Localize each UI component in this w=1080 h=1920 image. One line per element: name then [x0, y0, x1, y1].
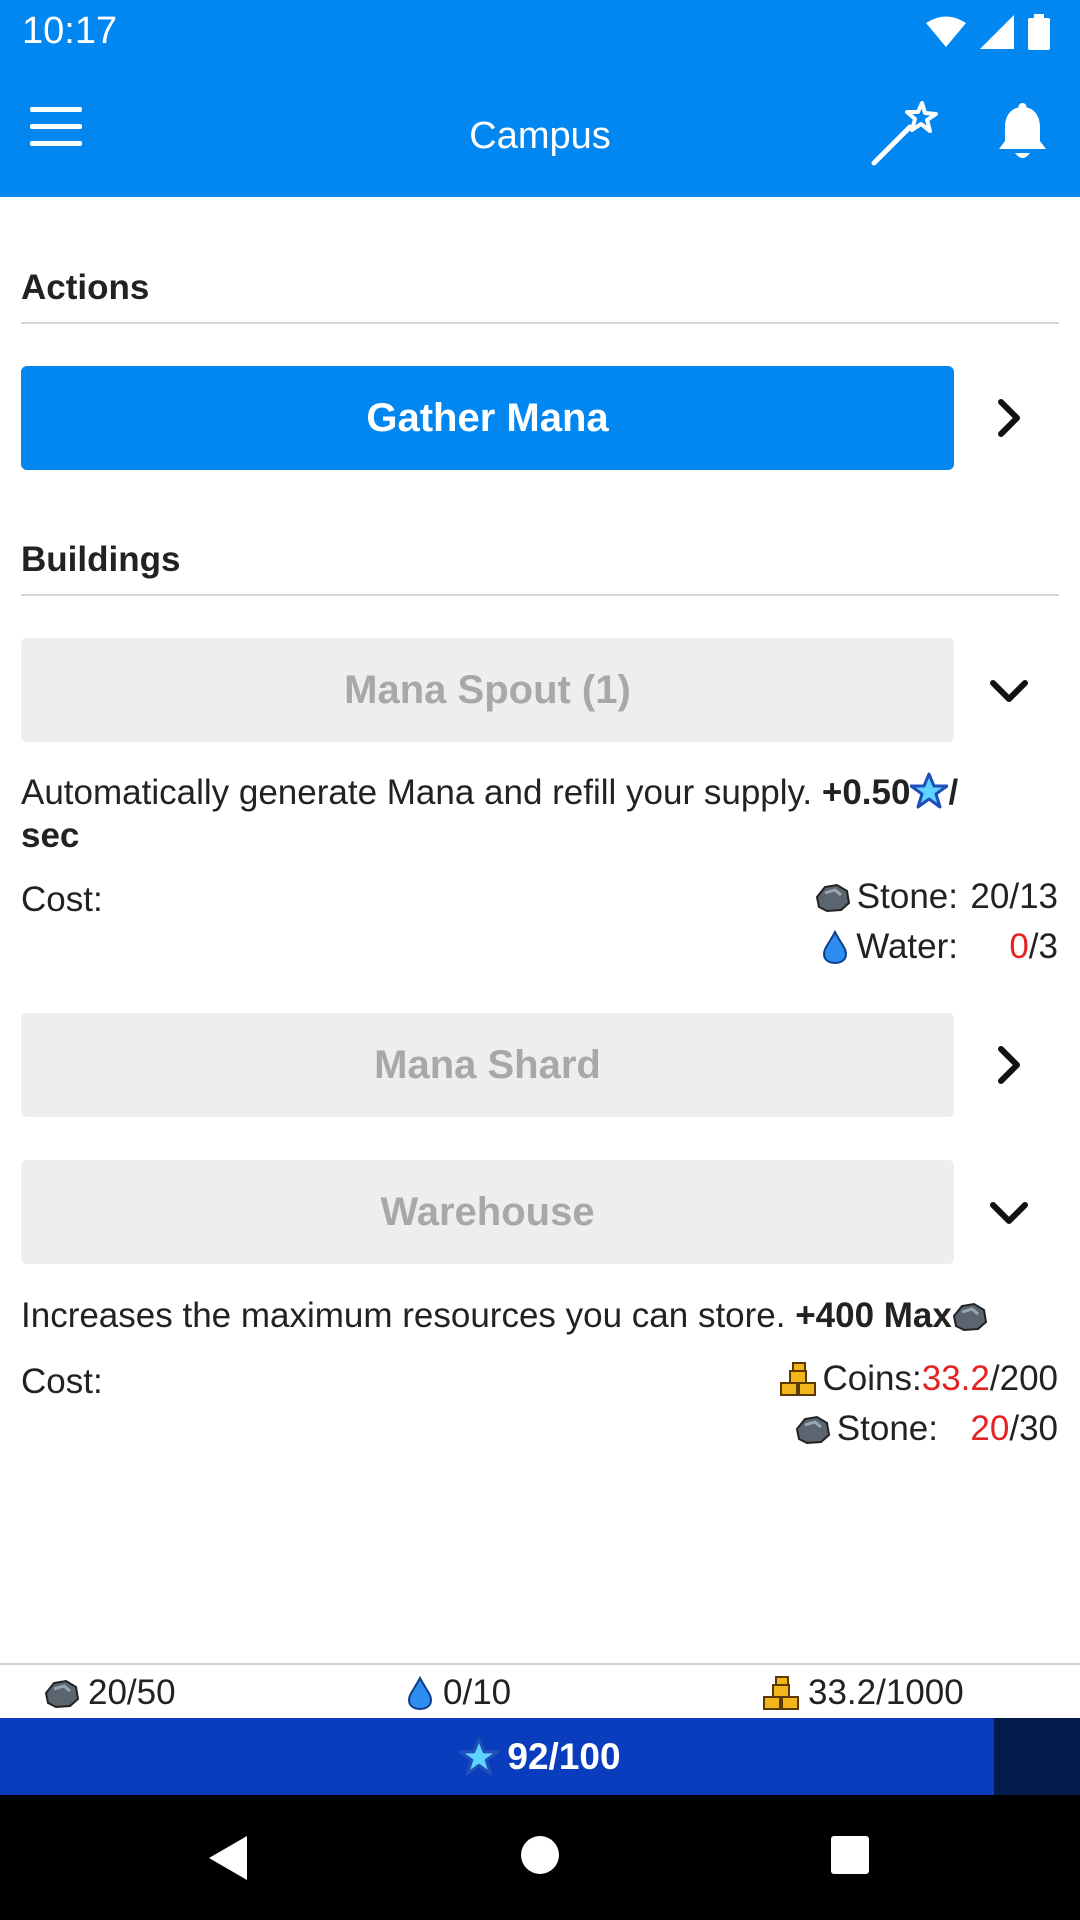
cell-signal-icon [980, 15, 1014, 49]
resource-water-value: 0/10 [443, 1673, 512, 1712]
mana-progress-bar: 92/100 [0, 1718, 1080, 1795]
cost-need: /3 [1028, 927, 1058, 966]
back-icon[interactable] [205, 1833, 251, 1883]
chevron-down-icon[interactable] [985, 667, 1033, 715]
warehouse-button[interactable]: Warehouse [21, 1160, 954, 1264]
warehouse-desc-text: Increases the maximum resources you can … [21, 1296, 786, 1335]
cost-row-stone: Stone: 20/30 [779, 1404, 1058, 1454]
cost-name: Stone: [836, 1409, 938, 1448]
stone-icon [815, 883, 850, 913]
cost-have: 0 [1009, 927, 1029, 966]
resource-coins-value: 33.2/1000 [808, 1673, 964, 1712]
magic-wand-icon[interactable] [870, 97, 940, 167]
cost-need: /30 [1009, 1409, 1058, 1448]
cost-name: Coins: [822, 1359, 922, 1398]
cost-have: 20 [970, 877, 1010, 916]
stone-icon [44, 1679, 80, 1709]
water-drop-icon [407, 1676, 433, 1710]
system-nav-bar [0, 1795, 1080, 1920]
resource-strip: 20/50 0/10 33.2/1000 [0, 1663, 1080, 1718]
warehouse-cost-list: Coins: 33.2/200 Stone: 20/30 [779, 1354, 1058, 1454]
coins-icon [763, 1676, 799, 1710]
water-drop-icon [823, 930, 848, 964]
home-icon[interactable] [518, 1833, 562, 1877]
mana-star-icon [459, 1737, 500, 1775]
system-icons [926, 14, 1050, 50]
buildings-heading: Buildings [21, 540, 1059, 596]
resource-coins: 33.2/1000 [762, 1673, 964, 1713]
warehouse-description: Increases the maximum resources you can … [21, 1294, 1061, 1337]
cost-have: 20 [970, 1409, 1010, 1448]
cost-row-water: Water: 0/3 [815, 922, 1058, 972]
mana-spout-description: Automatically generate Mana and refill y… [21, 771, 1061, 857]
warehouse-bonus: +400 Max [795, 1296, 952, 1335]
coins-icon [779, 1362, 816, 1396]
recents-icon[interactable] [828, 1833, 872, 1877]
gather-mana-button[interactable]: Gather Mana [21, 366, 954, 470]
resource-stone-value: 20/50 [88, 1673, 176, 1712]
bell-icon[interactable] [995, 103, 1050, 163]
mana-shard-button[interactable]: Mana Shard [21, 1013, 954, 1117]
cost-name: Water: [856, 927, 958, 966]
cost-need: /200 [989, 1359, 1058, 1398]
resource-stone: 20/50 [44, 1673, 176, 1713]
mana-spout-cost-label: Cost: [21, 880, 103, 919]
mana-spout-bonus-unit: / [948, 773, 959, 812]
mana-progress-label: 92/100 [0, 1718, 1080, 1795]
status-time: 10:17 [22, 10, 118, 52]
mana-spout-bonus-suffix: sec [21, 816, 80, 855]
mana-spout-bonus: +0.50 [821, 773, 911, 812]
mana-star-icon [909, 772, 949, 809]
chevron-right-icon[interactable] [985, 394, 1033, 442]
app-bar: Campus [0, 63, 1080, 197]
chevron-down-icon[interactable] [985, 1189, 1033, 1237]
mana-spout-cost-list: Stone: 20/13 Water: 0/3 [815, 872, 1058, 972]
mana-spout-desc-text: Automatically generate Mana and refill y… [21, 773, 813, 812]
stone-icon [795, 1415, 830, 1445]
cost-need: /13 [1009, 877, 1058, 916]
cost-row-coins: Coins: 33.2/200 [779, 1354, 1058, 1404]
status-bar: 10:17 [0, 0, 1080, 63]
mana-spout-button[interactable]: Mana Spout (1) [21, 638, 954, 742]
actions-heading: Actions [21, 268, 1059, 324]
chevron-right-icon[interactable] [985, 1041, 1033, 1089]
battery-icon [1028, 14, 1050, 50]
cost-have: 33.2 [921, 1359, 990, 1398]
stone-icon [952, 1302, 987, 1332]
resource-water: 0/10 [405, 1673, 511, 1713]
cost-name: Stone: [856, 877, 958, 916]
wifi-icon [926, 16, 966, 47]
mana-value: 92/100 [507, 1735, 621, 1777]
warehouse-cost-label: Cost: [21, 1362, 103, 1401]
cost-row-stone: Stone: 20/13 [815, 872, 1058, 922]
